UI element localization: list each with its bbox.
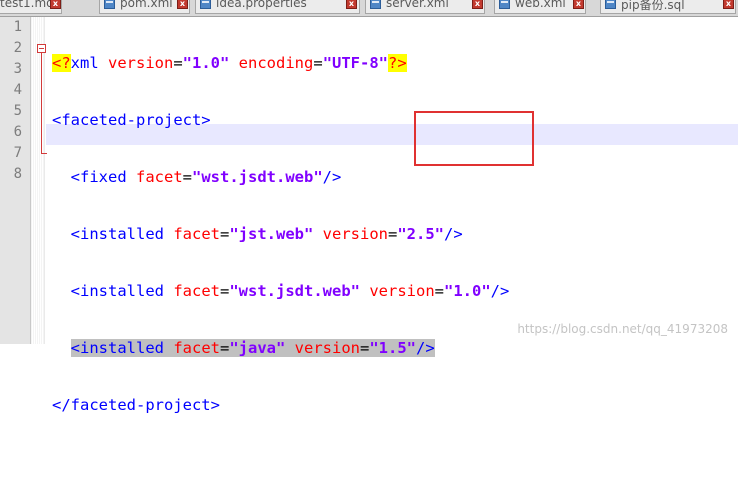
fold-margin (31, 17, 45, 344)
tag-close: /> (322, 168, 342, 186)
tab-label: pom.xml (120, 0, 173, 10)
code-line-3: <fixed facet="wst.jsdt.web"/> (70, 168, 342, 186)
tab-label: idea.properties (216, 0, 307, 10)
attr-value: "1.0" (182, 54, 230, 72)
line-number: 5 (13, 103, 22, 119)
line-number: 7 (13, 145, 22, 161)
attr-name: encoding (229, 54, 314, 72)
selection: <installed facet="java" version="1.5"/> (70, 339, 435, 357)
line-number: 6 (13, 124, 22, 140)
tab-label: pip备份.sql (621, 0, 685, 12)
close-icon[interactable]: x (723, 0, 734, 9)
tab-test1-md[interactable]: test1.md x (0, 0, 62, 14)
line-number: 3 (13, 61, 22, 77)
attr-value: "1.5" (369, 339, 417, 357)
line-number: 8 (13, 166, 22, 182)
tab-label: web.xml (515, 0, 566, 10)
annotation-highlight-box (414, 111, 534, 166)
attr-name: version (360, 282, 435, 300)
attr-value: "2.5" (397, 225, 445, 243)
tag: <faceted-project> (52, 111, 211, 129)
close-icon[interactable]: x (177, 0, 188, 9)
tab-label: test1.md (0, 0, 54, 10)
attr-value: "wst.jsdt.web" (229, 282, 360, 300)
pi-close: ?> (388, 54, 407, 72)
line-number: 4 (13, 82, 22, 98)
tab-pom-xml[interactable]: pom.xml x (99, 0, 190, 14)
fold-end-marker (41, 153, 47, 154)
tag-open: <installed (70, 282, 164, 300)
tab-bar: test1.md x pom.xml x idea.properties x s… (0, 0, 738, 17)
attr-name: facet (126, 168, 183, 186)
attr-name: facet (164, 282, 220, 300)
tab-server-xml[interactable]: server.xml x (365, 0, 485, 14)
tab-pip-backup-sql[interactable]: pip备份.sql x (600, 0, 736, 14)
attr-value: "UTF-8" (322, 54, 389, 72)
attr-name: version (285, 339, 360, 357)
tag-close: /> (444, 225, 463, 243)
fold-collapse-icon[interactable] (37, 44, 46, 53)
tag-close: /> (416, 339, 435, 357)
attr-value: "jst.web" (229, 225, 314, 243)
close-icon[interactable]: x (573, 0, 584, 9)
xml-decl: xml (70, 54, 99, 72)
line-number: 2 (13, 40, 22, 56)
close-icon[interactable]: x (50, 0, 61, 9)
attr-name: facet (164, 339, 220, 357)
file-icon (605, 0, 616, 9)
line-number-gutter: 1 2 3 4 5 6 7 8 (0, 17, 31, 344)
attr-value: "java" (229, 339, 286, 357)
code-editor[interactable]: <?xml version="1.0" encoding="UTF-8"?> <… (52, 17, 509, 491)
tag-open: <installed (70, 339, 164, 357)
code-line-4: <installed facet="jst.web" version="2.5"… (70, 225, 463, 243)
file-icon (370, 0, 381, 9)
attr-name: version (313, 225, 388, 243)
line-number: 1 (13, 19, 22, 35)
code-line-1: <?xml version="1.0" encoding="UTF-8"?> (52, 54, 407, 72)
code-line-6: <installed facet="java" version="1.5"/> (52, 338, 509, 359)
tab-web-xml[interactable]: web.xml x (494, 0, 586, 14)
tab-idea-properties[interactable]: idea.properties x (195, 0, 360, 14)
attr-value: "1.0" (444, 282, 491, 300)
file-icon (499, 0, 510, 9)
pi-open: <? (52, 54, 71, 72)
tag-close: /> (490, 282, 510, 300)
attr-value: "wst.jsdt.web" (192, 168, 323, 186)
tab-label: server.xml (386, 0, 449, 10)
file-icon (200, 0, 211, 9)
code-line-5: <installed facet="wst.jsdt.web" version=… (70, 282, 510, 300)
code-line-7: </faceted-project> (52, 395, 509, 416)
tag: </faceted-project> (52, 396, 220, 414)
close-icon[interactable]: x (472, 0, 483, 9)
attr-name: facet (164, 225, 220, 243)
fold-line (41, 53, 42, 153)
tag-open: <fixed (70, 168, 127, 186)
tag-open: <installed (70, 225, 164, 243)
close-icon[interactable]: x (346, 0, 357, 9)
file-icon (104, 0, 115, 9)
watermark: https://blog.csdn.net/qq_41973208 (517, 322, 728, 336)
attr-name: version (98, 54, 174, 72)
